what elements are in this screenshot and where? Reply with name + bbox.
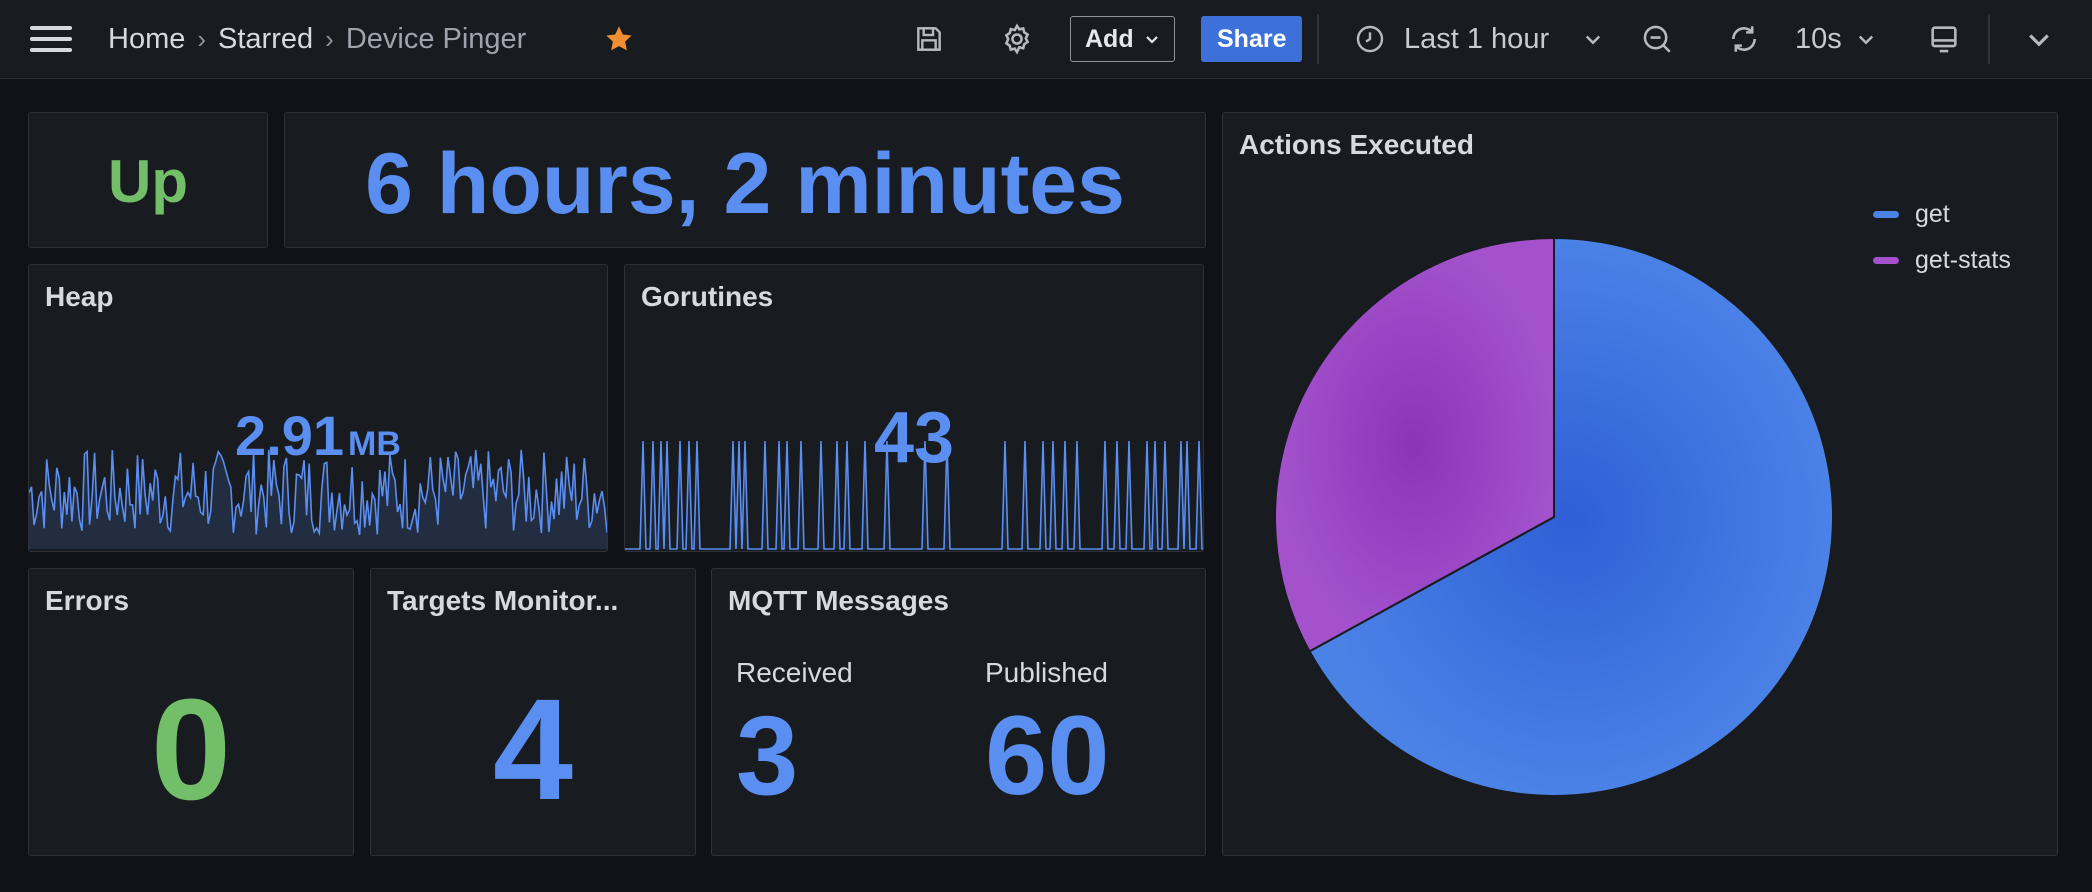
refresh-button[interactable] <box>1727 0 1761 78</box>
legend-item-get[interactable]: get <box>1873 191 2011 237</box>
monitor-icon <box>1931 26 1957 53</box>
errors-panel[interactable]: Errors 0 <box>28 568 354 856</box>
zoom-out-button[interactable] <box>1640 0 1674 78</box>
mqtt-panel[interactable]: MQTT Messages Received 3 Published 60 <box>711 568 1206 856</box>
panel-title: Errors <box>45 585 130 616</box>
legend-swatch <box>1873 256 1899 264</box>
uptime-value: 6 hours, 2 minutes <box>365 136 1125 232</box>
heap-value: 2.91 MB <box>29 403 607 468</box>
published-label: Published <box>985 657 1108 688</box>
breadcrumb: Home › Starred › Device Pinger <box>108 0 526 78</box>
chevron-down-icon <box>2029 34 2049 47</box>
star-button[interactable] <box>603 0 635 78</box>
gear-icon <box>1004 23 1030 55</box>
settings-button[interactable] <box>1000 0 1034 78</box>
add-button[interactable]: Add <box>1070 16 1175 62</box>
published-value: 60 <box>985 693 1110 818</box>
legend-label: get <box>1915 199 1950 228</box>
panel-title: MQTT Messages <box>728 585 949 616</box>
top-navbar: Home › Starred › Device Pinger Add Share <box>0 0 2092 79</box>
legend-label: get-stats <box>1915 245 2011 274</box>
targets-value: 4 <box>492 669 574 830</box>
heap-number: 2.91 <box>235 404 345 467</box>
chevron-right-icon: › <box>197 23 207 54</box>
refresh-icon <box>1732 26 1756 52</box>
actions-executed-panel[interactable]: Actions Executed get get-stats <box>1222 112 2058 856</box>
legend-item-get-stats[interactable]: get-stats <box>1873 237 2011 283</box>
chevron-down-icon <box>1145 36 1158 44</box>
collapse-menu-button[interactable] <box>2025 0 2053 78</box>
legend-swatch <box>1873 210 1899 218</box>
refresh-interval-label: 10s <box>1795 22 1842 55</box>
star-icon <box>606 26 632 51</box>
status-value: Up <box>108 148 188 215</box>
uptime-panel[interactable]: 6 hours, 2 minutes <box>284 112 1206 248</box>
chevron-down-icon <box>1585 35 1601 45</box>
received-label: Received <box>736 657 853 688</box>
goroutines-panel[interactable]: Gorutines 43 <box>624 264 1204 552</box>
save-icon <box>917 27 941 51</box>
heap-unit: MB <box>348 425 401 463</box>
heap-panel[interactable]: Heap 2.91 MB <box>28 264 608 552</box>
status-panel[interactable]: Up <box>28 112 268 248</box>
time-range-label: Last 1 hour <box>1404 22 1550 55</box>
add-label: Add <box>1085 24 1134 53</box>
time-range-picker[interactable]: Last 1 hour <box>1354 0 1603 78</box>
refresh-interval-picker[interactable]: 10s <box>1795 0 1876 78</box>
goroutines-value: 43 <box>873 398 955 478</box>
chevron-right-icon: › <box>325 23 334 54</box>
clock-icon <box>1356 25 1384 53</box>
panel-title: Targets Monitor... <box>387 585 619 616</box>
targets-panel[interactable]: Targets Monitor... 4 <box>370 568 696 856</box>
page-title: Device Pinger <box>345 22 527 55</box>
zoom-out-icon <box>1643 25 1671 53</box>
breadcrumb-home[interactable]: Home <box>108 23 185 56</box>
save-dashboard-button[interactable] <box>913 0 945 78</box>
share-button[interactable]: Share <box>1201 16 1303 62</box>
tv-mode-button[interactable] <box>1927 0 1961 78</box>
received-value: 3 <box>736 693 799 818</box>
menu-button[interactable] <box>30 0 72 78</box>
hamburger-icon <box>30 26 72 52</box>
chevron-down-icon <box>1858 35 1873 45</box>
divider <box>1317 14 1319 64</box>
breadcrumb-starred[interactable]: Starred <box>218 23 313 56</box>
share-label: Share <box>1217 24 1287 53</box>
errors-value: 0 <box>150 669 232 830</box>
legend: get get-stats <box>1873 191 2011 283</box>
divider <box>1988 14 1990 64</box>
